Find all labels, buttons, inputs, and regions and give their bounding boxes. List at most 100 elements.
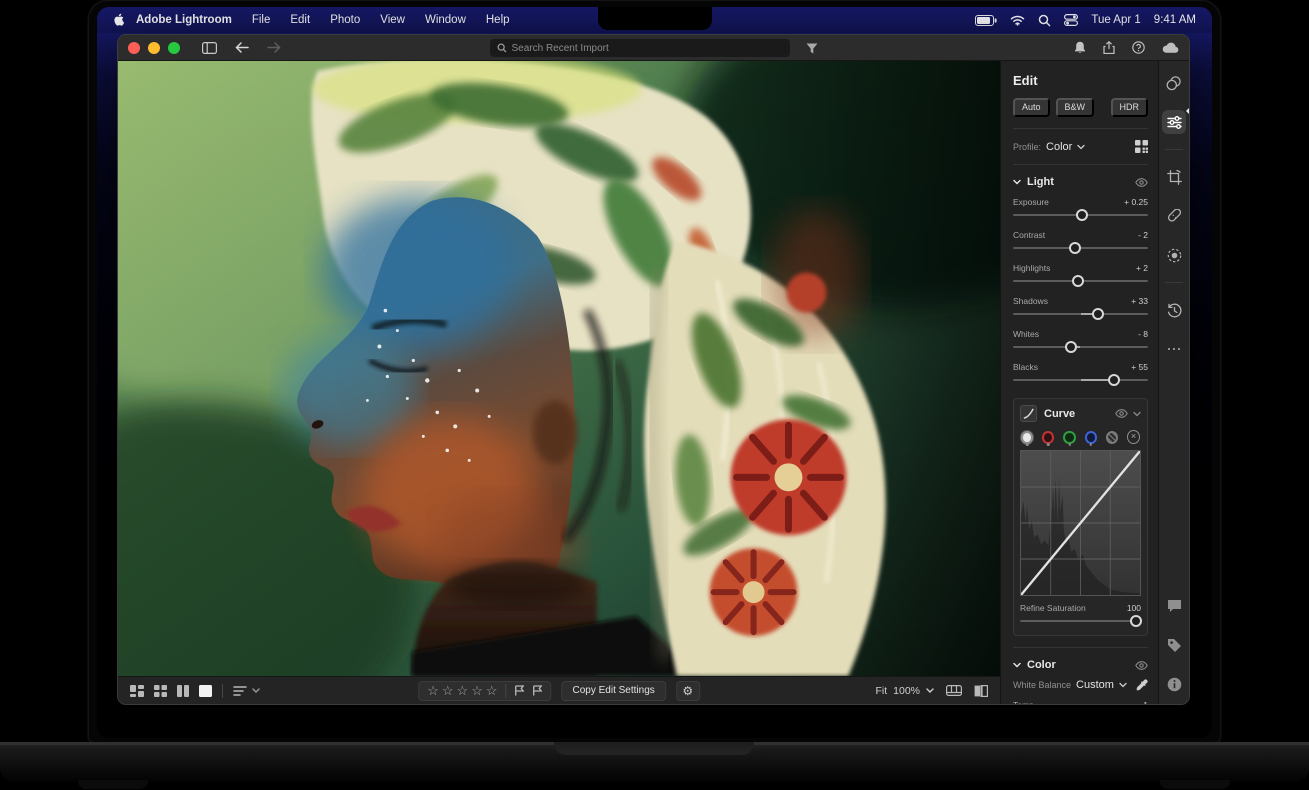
menu-file[interactable]: File	[242, 14, 281, 26]
blacks-slider[interactable]	[1013, 373, 1148, 386]
filter-funnel-icon[interactable]	[806, 43, 818, 54]
spotlight-search-icon[interactable]	[1038, 14, 1051, 27]
profile-value[interactable]: Color	[1046, 141, 1072, 153]
keywords-tag-icon[interactable]	[1162, 633, 1186, 657]
edit-sliders-icon[interactable]	[1162, 110, 1186, 134]
help-icon[interactable]	[1132, 41, 1145, 54]
star-icon[interactable]	[486, 684, 498, 697]
search-field[interactable]	[490, 39, 790, 57]
slider-knob[interactable]	[1108, 374, 1120, 386]
slider-label: Temp	[1013, 700, 1034, 704]
menu-edit[interactable]: Edit	[280, 14, 320, 26]
info-icon[interactable]	[1162, 672, 1186, 696]
refine-saturation-slider[interactable]	[1020, 614, 1141, 627]
copy-edit-settings-button[interactable]: Copy Edit Settings	[562, 681, 666, 701]
menu-view[interactable]: View	[370, 14, 415, 26]
white-channel-button[interactable]	[1021, 431, 1033, 444]
chevron-down-icon	[1013, 178, 1021, 186]
close-button[interactable]	[128, 42, 140, 54]
slider-knob[interactable]	[1069, 242, 1081, 254]
search-input[interactable]	[512, 43, 783, 54]
highlights-slider[interactable]	[1013, 274, 1148, 287]
eyedropper-icon[interactable]	[1136, 679, 1148, 691]
white-balance-row[interactable]: White Balance Custom	[1013, 679, 1148, 691]
curve-reset-button[interactable]	[1127, 430, 1140, 444]
photo-grid-view-icon[interactable]	[130, 685, 144, 697]
back-arrow-icon[interactable]	[235, 42, 249, 53]
color-section-header[interactable]: Color	[1013, 659, 1148, 671]
slider-knob[interactable]	[1072, 275, 1084, 287]
minimize-button[interactable]	[148, 42, 160, 54]
comments-icon[interactable]	[1162, 594, 1186, 618]
white-balance-value[interactable]: Custom	[1076, 679, 1114, 691]
slider-highlights: Highlights+ 2	[1013, 263, 1148, 287]
detail-view-icon[interactable]	[199, 685, 212, 697]
exposure-slider[interactable]	[1013, 208, 1148, 221]
slider-label: Blacks	[1013, 362, 1038, 372]
menubar-date[interactable]: Tue Apr 1	[1091, 14, 1140, 26]
camera-notch	[598, 7, 712, 30]
hdr-button[interactable]: HDR	[1111, 98, 1149, 117]
reject-flag-icon[interactable]	[533, 685, 543, 696]
sidebar-toggle-icon[interactable]	[202, 42, 217, 54]
menu-help[interactable]: Help	[476, 14, 520, 26]
targeted-adjustment-button[interactable]	[1106, 431, 1118, 444]
light-section-header[interactable]: Light	[1013, 176, 1148, 188]
star-icon[interactable]	[427, 684, 439, 697]
blue-channel-button[interactable]	[1085, 431, 1097, 444]
slider-knob[interactable]	[1065, 341, 1077, 353]
control-center-icon[interactable]	[1064, 14, 1078, 26]
visibility-eye-icon[interactable]	[1135, 178, 1148, 187]
tone-curve-graph[interactable]	[1020, 450, 1141, 596]
menubar-time[interactable]: 9:41 AM	[1154, 14, 1196, 26]
window-titlebar	[118, 35, 1189, 61]
contrast-slider[interactable]	[1013, 241, 1148, 254]
star-rating[interactable]	[427, 684, 497, 697]
photo-preview[interactable]	[118, 61, 1000, 676]
visibility-eye-icon[interactable]	[1115, 409, 1128, 418]
square-grid-view-icon[interactable]	[154, 685, 167, 697]
whites-slider[interactable]	[1013, 340, 1148, 353]
star-icon[interactable]	[457, 684, 469, 697]
settings-gear-icon[interactable]	[676, 681, 700, 701]
version-history-icon[interactable]	[1162, 298, 1186, 322]
cloud-sync-icon[interactable]	[1162, 42, 1179, 54]
menu-window[interactable]: Window	[415, 14, 476, 26]
visibility-eye-icon[interactable]	[1135, 661, 1148, 670]
battery-icon[interactable]	[975, 15, 997, 26]
share-icon[interactable]	[1103, 41, 1115, 54]
forward-arrow-icon[interactable]	[267, 42, 281, 53]
before-after-icon[interactable]	[974, 685, 988, 697]
green-channel-button[interactable]	[1063, 431, 1075, 444]
presets-icon[interactable]	[1162, 71, 1186, 95]
divider	[1013, 128, 1148, 129]
menubar-app-name[interactable]: Adobe Lightroom	[126, 14, 242, 26]
bw-button[interactable]: B&W	[1056, 98, 1095, 117]
zoom-button[interactable]	[168, 42, 180, 54]
red-channel-button[interactable]	[1042, 431, 1054, 444]
sort-icon[interactable]	[233, 686, 260, 696]
slider-knob[interactable]	[1130, 615, 1142, 627]
star-icon[interactable]	[471, 684, 483, 697]
profile-browser-icon[interactable]	[1135, 140, 1148, 153]
pick-flag-icon[interactable]	[515, 685, 525, 696]
more-icon[interactable]	[1162, 337, 1186, 361]
profile-row[interactable]: Profile: Color	[1013, 140, 1148, 153]
slider-knob[interactable]	[1092, 308, 1104, 320]
crop-rotate-icon[interactable]	[1162, 165, 1186, 189]
notifications-bell-icon[interactable]	[1074, 41, 1086, 54]
shadows-slider[interactable]	[1013, 307, 1148, 320]
star-icon[interactable]	[442, 684, 454, 697]
auto-button[interactable]: Auto	[1013, 98, 1050, 117]
menu-photo[interactable]: Photo	[320, 14, 370, 26]
masking-icon[interactable]	[1162, 243, 1186, 267]
compare-view-icon[interactable]	[177, 685, 189, 697]
slider-label: Contrast	[1013, 230, 1045, 240]
apple-logo-icon[interactable]	[113, 13, 126, 28]
healing-brush-icon[interactable]	[1162, 204, 1186, 228]
slider-knob[interactable]	[1076, 209, 1088, 221]
zoom-select[interactable]: Fit 100%	[875, 685, 934, 697]
chevron-down-icon[interactable]	[1133, 410, 1141, 418]
wifi-icon[interactable]	[1010, 15, 1025, 26]
filmstrip-toggle-icon[interactable]	[946, 685, 962, 696]
